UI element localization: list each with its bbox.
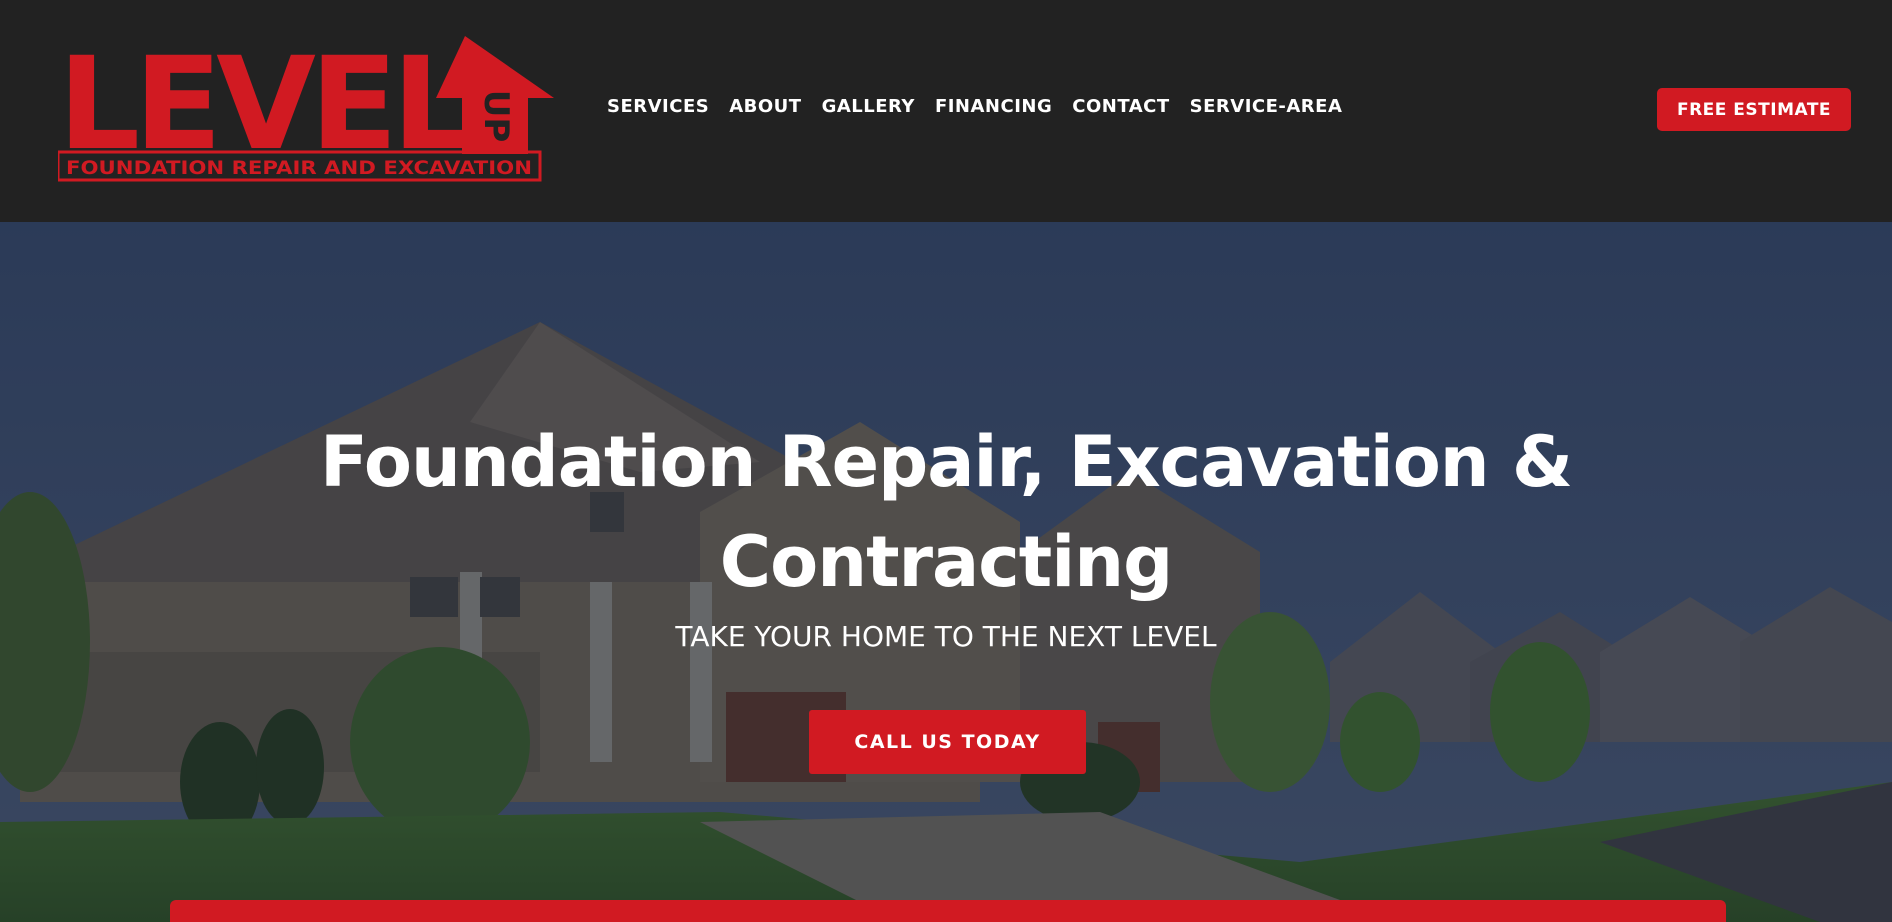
call-us-today-button[interactable]: CALL US TODAY xyxy=(809,710,1086,774)
red-banner-strip xyxy=(170,900,1726,922)
brand-logo[interactable]: LEVEL UP FOUNDATION REPAIR AND EXCAVATIO… xyxy=(58,36,554,182)
hero-section: Foundation Repair, Excavation & Contract… xyxy=(0,222,1892,922)
nav-item-services[interactable]: SERVICES xyxy=(607,96,709,117)
logo-up: UP xyxy=(476,90,516,143)
main-nav: SERVICES ABOUT GALLERY FINANCING CONTACT… xyxy=(607,96,1342,117)
site-header: LEVEL UP FOUNDATION REPAIR AND EXCAVATIO… xyxy=(0,0,1892,222)
free-estimate-button[interactable]: FREE ESTIMATE xyxy=(1657,88,1851,131)
nav-item-service-area[interactable]: SERVICE-AREA xyxy=(1190,96,1343,117)
nav-item-financing[interactable]: FINANCING xyxy=(935,96,1052,117)
nav-item-contact[interactable]: CONTACT xyxy=(1072,96,1169,117)
nav-item-about[interactable]: ABOUT xyxy=(729,96,801,117)
hero-content: Foundation Repair, Excavation & Contract… xyxy=(0,222,1892,922)
nav-item-gallery[interactable]: GALLERY xyxy=(822,96,915,117)
logo-tagline: FOUNDATION REPAIR AND EXCAVATION xyxy=(66,157,532,179)
hero-title: Foundation Repair, Excavation & Contract… xyxy=(319,421,1573,603)
hero-subtitle: TAKE YOUR HOME TO THE NEXT LEVEL xyxy=(675,620,1217,653)
